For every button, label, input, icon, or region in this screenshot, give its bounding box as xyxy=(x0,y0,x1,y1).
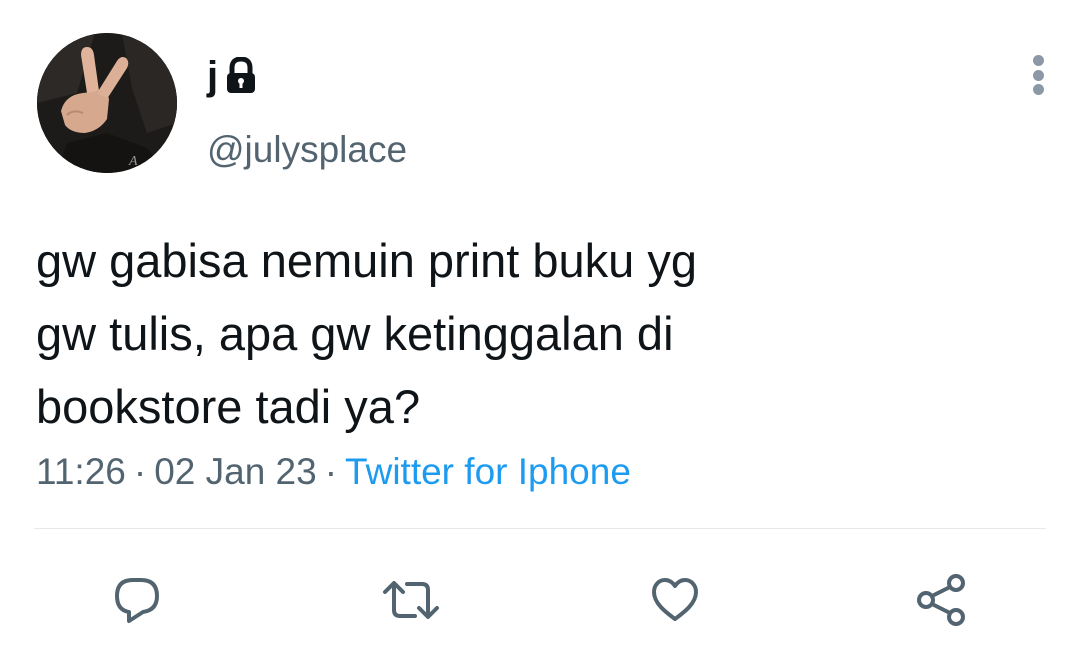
meta-separator: · xyxy=(133,451,147,492)
avatar-image: A xyxy=(37,33,177,173)
more-dot xyxy=(1032,69,1044,81)
meta-separator: · xyxy=(324,451,338,492)
retweet-button[interactable] xyxy=(371,560,451,640)
more-dot xyxy=(1032,84,1044,95)
more-options-icon[interactable] xyxy=(1020,52,1056,98)
tweet-date: 02 Jan 23 xyxy=(154,451,317,492)
tweet-text-line: gw gabisa nemuin print buku yg xyxy=(36,234,698,287)
reply-icon xyxy=(115,578,159,623)
tweet-time: 11:26 xyxy=(36,451,126,492)
like-button[interactable] xyxy=(635,560,715,640)
author-name-row: j xyxy=(207,46,258,106)
retweet-icon xyxy=(383,581,439,619)
more-dot xyxy=(1032,55,1044,66)
divider xyxy=(34,528,1046,529)
tweet-metadata: 11:26 · 02 Jan 23 · Twitter for Iphone xyxy=(36,450,631,494)
tweet-text-line: bookstore tadi ya? xyxy=(36,380,421,433)
avatar[interactable]: A xyxy=(37,33,177,173)
tweet-source-link[interactable]: Twitter for Iphone xyxy=(345,451,631,492)
reply-button[interactable] xyxy=(97,560,177,640)
share-icon xyxy=(917,574,965,626)
share-button[interactable] xyxy=(902,560,982,640)
display-name[interactable]: j xyxy=(207,56,218,96)
svg-text:A: A xyxy=(128,154,138,169)
like-icon xyxy=(652,578,698,621)
user-handle[interactable]: @julysplace xyxy=(207,128,407,172)
action-bar xyxy=(0,560,1080,640)
lock-icon xyxy=(224,56,258,95)
tweet-text-line: gw tulis, apa gw ketinggalan di xyxy=(36,307,674,360)
tweet-text: gw gabisa nemuin print buku yg gw tulis, … xyxy=(36,224,1036,443)
